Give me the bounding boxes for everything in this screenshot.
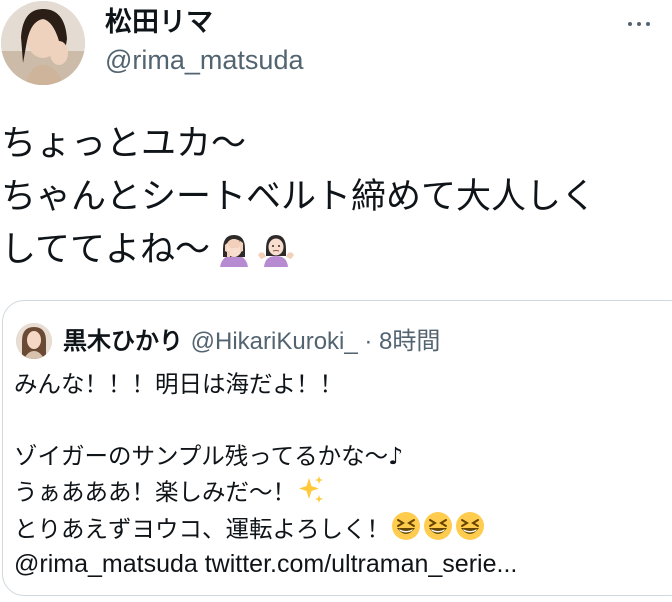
person-facepalming-emoji [219, 235, 248, 267]
tweet-text: ちょっとユカ〜 ちゃんとシートベルト締めて大人しく しててよね〜 [1, 118, 669, 277]
quoted-line-text: うぁあああ！楽しみだ〜！ [14, 478, 296, 506]
quoted-author-handle[interactable]: @HikariKuroki_ [191, 328, 358, 355]
author-name[interactable]: 松田リマ [105, 6, 213, 40]
grinning-squinting-face-emoji [392, 512, 420, 540]
author-handle[interactable]: @rima_matsuda [105, 43, 303, 77]
quoted-line-empty [14, 402, 664, 438]
quoted-line: ゾイガーのサンプル残ってるかな〜♪ [14, 442, 404, 470]
person-shrugging-emoji [257, 235, 294, 267]
quoted-separator: · [357, 328, 380, 355]
tweet-view: 松田リマ @rima_matsuda ちょっとユカ〜 ちゃんとシートベルト締めて… [0, 0, 672, 602]
quoted-line: とりあえずヨウコ、運転よろしく！ [14, 510, 664, 546]
quoted-line-links[interactable]: @rima_matsuda twitter.com/ultraman_serie… [14, 546, 664, 582]
author-avatar[interactable] [1, 1, 85, 85]
quoted-line-text: とりあえずヨウコ、運転よろしく！ [14, 515, 390, 543]
more-dot [628, 22, 632, 26]
grinning-squinting-face-emoji [456, 512, 484, 540]
tweet-line-text: しててよね〜 [1, 230, 210, 270]
quoted-author-avatar[interactable] [16, 323, 52, 359]
avatar-image [1, 1, 85, 85]
tweet-line: しててよね〜 [1, 224, 669, 277]
sparkles-emoji [299, 476, 323, 503]
more-horizontal-icon[interactable] [628, 14, 668, 34]
tweet-line: ちょっとユカ〜 [1, 124, 247, 164]
quoted-timestamp[interactable]: 8時間 [379, 328, 440, 355]
tweet-line: ちゃんとシートベルト締めて大人しく [1, 177, 597, 217]
more-dot [646, 22, 650, 26]
avatar-image [16, 323, 52, 359]
quoted-author-name[interactable]: 黒木ひかり [63, 327, 183, 355]
more-dot [637, 22, 641, 26]
quoted-line: うぁあああ！楽しみだ〜！ [14, 474, 664, 510]
quoted-tweet-text: みんな！！！明日は海だよ！！ ゾイガーのサンプル残ってるかな〜♪ うぁあああ！楽… [14, 366, 664, 582]
grinning-squinting-face-emoji [424, 512, 452, 540]
quoted-line: みんな！！！明日は海だよ！！ [14, 370, 343, 398]
quoted-tweet-header: 黒木ひかり @HikariKuroki_ · 8時間 [63, 323, 440, 360]
